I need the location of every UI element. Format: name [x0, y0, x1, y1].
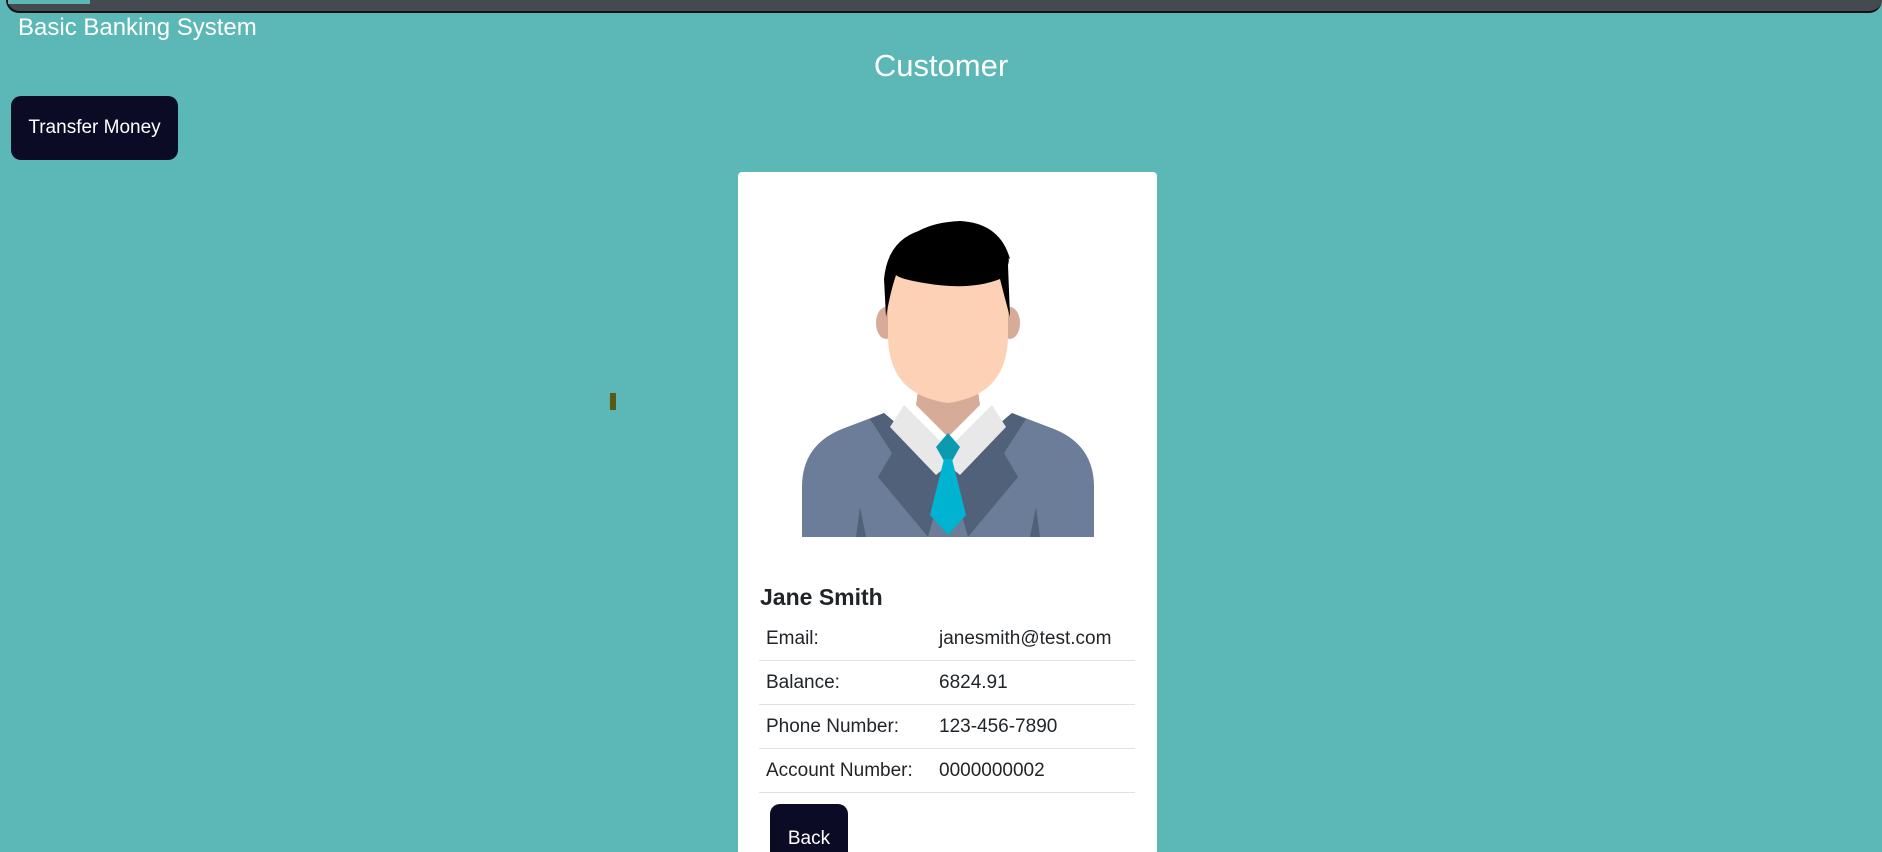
detail-value: 0000000002 [932, 748, 1135, 793]
detail-value: 123-456-7890 [932, 704, 1135, 749]
back-button[interactable]: Back [770, 804, 848, 852]
detail-value: janesmith@test.com [932, 617, 1135, 661]
page-title: Customer [873, 48, 1009, 83]
customer-card: Jane Smith Email: janesmith@test.com Bal… [738, 172, 1157, 852]
top-strip-notch [8, 0, 90, 4]
transfer-money-button[interactable]: Transfer Money [11, 96, 178, 160]
detail-value: 6824.91 [932, 660, 1135, 705]
top-strip [6, 0, 1882, 13]
customer-details-table: Email: janesmith@test.com Balance: 6824.… [759, 617, 1135, 793]
app-title: Basic Banking System [18, 14, 257, 41]
customer-page: Basic Banking System Customer Transfer M… [0, 0, 1882, 852]
customer-name: Jane Smith [760, 584, 883, 610]
businessman-avatar-icon [802, 221, 1094, 537]
detail-label: Account Number: [759, 748, 932, 793]
small-marker [610, 393, 616, 410]
detail-row-phone: Phone Number: 123-456-7890 [759, 704, 1135, 749]
detail-row-account: Account Number: 0000000002 [759, 748, 1135, 793]
detail-row-email: Email: janesmith@test.com [759, 617, 1135, 661]
detail-label: Email: [759, 617, 932, 661]
detail-label: Phone Number: [759, 704, 932, 749]
detail-label: Balance: [759, 660, 932, 705]
detail-row-balance: Balance: 6824.91 [759, 660, 1135, 705]
